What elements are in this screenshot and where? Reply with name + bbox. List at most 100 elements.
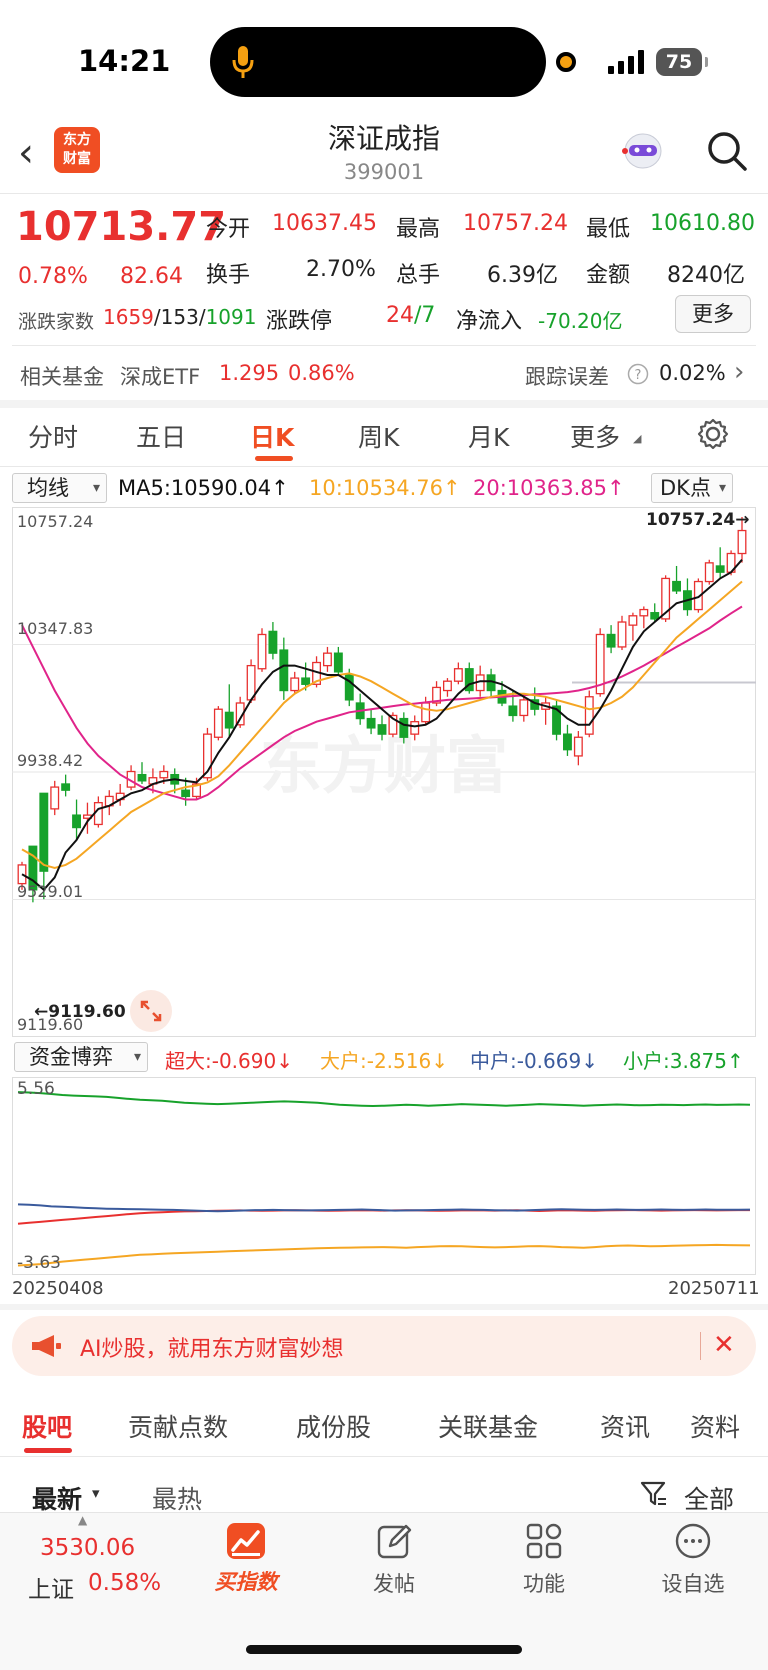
candle-body	[715, 565, 725, 573]
help-icon[interactable]: ?	[627, 363, 649, 385]
flow-mid-label: 中户:-0.669↓	[470, 1049, 598, 1073]
flow-small-label: 小户:3.875↑	[623, 1049, 744, 1073]
candle-body	[17, 864, 27, 885]
settings-gear-icon[interactable]	[696, 417, 730, 451]
section-gap	[0, 1304, 768, 1310]
nav-watchlist[interactable]: 设自选	[633, 1568, 753, 1598]
low-value: 10610.80	[650, 211, 755, 236]
add-watchlist-icon[interactable]	[674, 1522, 712, 1560]
date-start: 20250408	[12, 1278, 104, 1299]
divider	[0, 466, 768, 467]
candle-body	[606, 633, 616, 648]
candle-body	[224, 711, 234, 729]
volume-value: 6.39亿	[487, 263, 558, 288]
candle-body	[137, 773, 147, 782]
functions-grid-icon[interactable]	[525, 1522, 563, 1560]
dk-point-button[interactable]: DK点	[651, 473, 733, 503]
flow-axis-top: 5.56	[17, 1079, 55, 1099]
tab-daily-k[interactable]: 日K	[250, 418, 294, 454]
close-icon[interactable]: ✕	[713, 1330, 735, 1360]
fund-flow-chart	[12, 1077, 756, 1275]
candle-body	[72, 814, 81, 829]
tab-guba[interactable]: 股吧	[22, 1408, 72, 1444]
netflow-value: -70.20亿	[538, 309, 623, 333]
flow-indicator-select[interactable]: 资金博弈	[14, 1042, 148, 1072]
candle-body	[704, 562, 714, 583]
status-time: 14:21	[78, 44, 171, 78]
chevron-right-icon[interactable]: ›	[734, 357, 744, 387]
tab-related-funds[interactable]: 关联基金	[438, 1408, 538, 1444]
axis-label-3: 9938.42	[17, 751, 84, 770]
divider	[0, 1456, 768, 1457]
candle-body	[50, 786, 60, 810]
tab-contribution[interactable]: 贡献点数	[128, 1408, 228, 1444]
candle-body	[181, 789, 191, 798]
fund-price: 1.295	[219, 361, 280, 385]
tab-weekly-k[interactable]: 周K	[358, 418, 399, 454]
nav-functions[interactable]: 功能	[484, 1568, 604, 1598]
tab-more[interactable]: 更多	[570, 418, 620, 454]
candle-body	[268, 630, 278, 654]
ma-indicator-select[interactable]: 均线	[12, 473, 107, 503]
nav-buy-index[interactable]: 买指数	[186, 1566, 306, 1596]
limit-label: 涨跌停	[266, 309, 333, 334]
volume-label: 总手	[396, 263, 441, 288]
banner-divider	[700, 1332, 701, 1360]
tab-profile[interactable]: 资料	[690, 1408, 740, 1444]
watermark: 东方财富	[260, 729, 508, 802]
sh-index-value[interactable]: 3530.06	[40, 1535, 135, 1561]
tab-monthly-k[interactable]: 月K	[468, 418, 509, 454]
candle-body	[39, 792, 49, 872]
nav-post[interactable]: 发帖	[334, 1568, 454, 1598]
flow-axis-bottom: -3.63	[17, 1253, 61, 1273]
search-icon[interactable]	[706, 130, 748, 172]
turnover-label: 换手	[206, 263, 251, 288]
candlestick-chart[interactable]: 东方财富	[12, 507, 756, 1037]
tab-constituents[interactable]: 成份股	[296, 1408, 371, 1444]
divider	[12, 345, 756, 346]
low-label: 最低	[586, 217, 631, 242]
dynamic-island	[210, 27, 546, 97]
candle-body	[584, 696, 594, 735]
axis-label-4: 9529.01	[17, 882, 84, 901]
candle-body	[61, 783, 71, 791]
tab-news[interactable]: 资讯	[600, 1408, 650, 1444]
expand-icon	[140, 1000, 162, 1022]
post-icon[interactable]	[376, 1522, 414, 1560]
ma5-label: MA5:10590.04↑	[118, 476, 289, 500]
candle-body	[573, 736, 583, 757]
candle-body	[159, 770, 169, 779]
banner-text: AI炒股，就用东方财富妙想	[80, 1337, 344, 1362]
tab-intraday[interactable]: 分时	[28, 418, 78, 454]
microphone-icon	[232, 46, 254, 78]
fund-pct: 0.86%	[288, 361, 355, 385]
open-label: 今开	[206, 217, 251, 242]
change-pct: 0.78%	[18, 264, 88, 289]
candle-body	[453, 668, 463, 682]
divider	[0, 193, 768, 194]
megaphone-icon	[32, 1335, 61, 1357]
sh-index-pct[interactable]: 0.58%	[88, 1570, 161, 1596]
axis-label-top: 10757.24	[17, 512, 94, 531]
filter-icon[interactable]	[640, 1480, 668, 1508]
filter-all[interactable]: 全部	[684, 1480, 734, 1516]
chevron-down-icon: ▾	[92, 1484, 100, 1502]
caret-icon: ◢	[633, 432, 642, 445]
more-button[interactable]: 更多	[675, 295, 751, 333]
sort-hot[interactable]: 最热	[152, 1480, 202, 1516]
buy-index-icon[interactable]	[226, 1522, 266, 1560]
active-tab-indicator	[255, 456, 293, 461]
ai-assistant-icon[interactable]	[620, 130, 666, 172]
candle-body	[508, 705, 518, 717]
tab-five-day[interactable]: 五日	[136, 418, 186, 454]
fund-name[interactable]: 深成ETF	[120, 361, 200, 391]
low-marker: ←9119.60	[34, 1002, 126, 1022]
breadth-label: 涨跌家数	[18, 311, 95, 333]
sh-index-name[interactable]: 上证	[28, 1570, 74, 1604]
bottom-tab-indicator	[24, 1448, 72, 1453]
candle-body	[519, 699, 529, 717]
sort-latest[interactable]: 最新	[32, 1480, 82, 1516]
flow-small-line	[17, 1091, 751, 1108]
high-value: 10757.24	[463, 211, 568, 236]
amount-label: 金额	[586, 263, 631, 288]
